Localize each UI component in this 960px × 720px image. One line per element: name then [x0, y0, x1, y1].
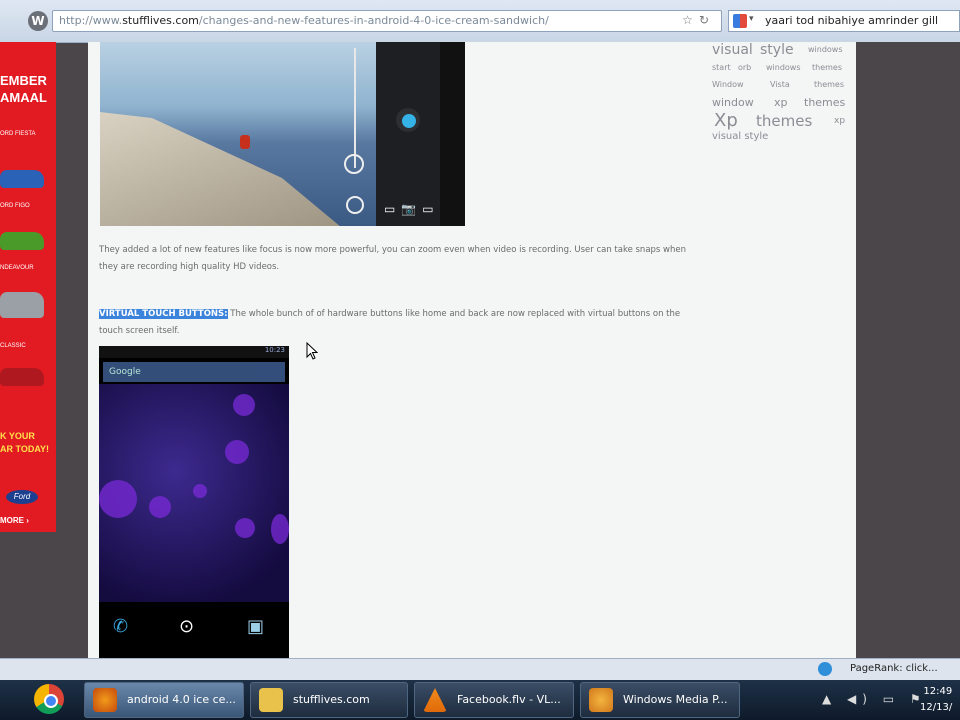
pagerank-status[interactable]: PageRank: click...	[850, 663, 938, 674]
browser-status-bar: PageRank: click...	[0, 658, 960, 681]
phone-call-icon: ✆	[113, 616, 129, 637]
taskbar-label: android 4.0 ice ce...	[127, 693, 236, 706]
car-image	[0, 170, 44, 188]
tag-link[interactable]: start	[712, 63, 731, 72]
ad-model-label: ORD FIESTA	[0, 131, 36, 137]
taskbar-vlc-button[interactable]: Facebook.flv - VL...	[414, 682, 574, 718]
tag-link[interactable]: themes	[804, 96, 845, 109]
folder-icon	[259, 688, 283, 712]
camera-mode-icons: ▭📷▭	[384, 202, 440, 216]
windows-media-player-icon	[589, 688, 613, 712]
page-background-right	[856, 42, 960, 658]
tag-link[interactable]: windows	[766, 63, 801, 72]
tag-cloud: visual style windows start orb windows t…	[712, 42, 852, 152]
tag-link[interactable]: Window	[712, 80, 744, 89]
taskbar-wmp-button[interactable]: Windows Media P...	[580, 682, 740, 718]
phone-dock: ✆ ⊙ ▣	[99, 606, 289, 658]
google-icon	[733, 14, 747, 28]
article-paragraph: VIRTUAL TOUCH BUTTONS: The whole bunch o…	[99, 309, 681, 336]
tag-link[interactable]: window	[712, 96, 754, 109]
car-image	[0, 232, 44, 250]
vlc-cone-icon	[423, 688, 447, 712]
mouse-cursor-icon	[306, 342, 318, 360]
tag-link[interactable]: visual style	[712, 131, 768, 142]
camera-controls-panel	[376, 42, 440, 226]
phone-wallpaper	[99, 384, 289, 602]
system-tray-icons[interactable]: ▲ ◀) ▭ ⚑	[822, 692, 927, 706]
tag-link[interactable]: orb	[738, 63, 751, 72]
car-image	[0, 292, 44, 318]
zoom-slider-knob	[344, 154, 364, 174]
browser-toolbar: W http://www.stufflives.com/changes-and-…	[0, 0, 960, 43]
tag-link[interactable]: Xp	[714, 110, 738, 131]
ad-model-label: ORD FIGO	[0, 203, 30, 209]
firefox-icon	[93, 688, 117, 712]
search-input[interactable]: yaari tod nibahiye amrinder gill	[765, 14, 938, 27]
phone-status-bar: 10:23	[99, 346, 289, 358]
search-bar[interactable]: ▾ yaari tod nibahiye amrinder gill	[728, 10, 960, 32]
ad-model-label: CLASSIC	[0, 343, 26, 349]
address-bar[interactable]: http://www.stufflives.com/changes-and-ne…	[52, 10, 722, 32]
tag-link[interactable]: style	[760, 42, 794, 58]
address-bar-icons[interactable]: ☆↻	[682, 13, 715, 27]
tag-link[interactable]: xp	[834, 116, 845, 126]
taskbar-label: Windows Media P...	[623, 693, 728, 706]
tag-link[interactable]: themes	[814, 80, 844, 89]
android-homescreen-image: 10:23 Google ✆ ⊙ ▣	[99, 346, 289, 658]
taskbar-firefox-button[interactable]: android 4.0 ice ce...	[84, 682, 244, 718]
phone-google-search-bar: Google	[103, 362, 285, 382]
wordpress-icon[interactable]: W	[28, 11, 48, 31]
shutter-dot-icon	[402, 114, 416, 128]
tag-link[interactable]: windows	[808, 45, 843, 54]
focus-icon	[346, 196, 364, 214]
ad-cta[interactable]: K YOUR AR TODAY!	[0, 430, 49, 456]
tag-link[interactable]: xp	[774, 96, 788, 109]
climber-figure	[240, 135, 250, 149]
browser-app-icon: ▣	[247, 616, 265, 637]
app-drawer-icon: ⊙	[179, 616, 195, 637]
bookmark-star-icon[interactable]: ☆	[682, 13, 699, 27]
taskbar-label: stufflives.com	[293, 693, 370, 706]
chrome-center-icon	[44, 694, 58, 708]
highlighted-label: VIRTUAL TOUCH BUTTONS:	[99, 309, 228, 319]
ad-headline: EMBER AMAAL	[0, 73, 47, 105]
article-paragraph: They added a lot of new features like fo…	[99, 245, 687, 272]
taskbar-clock[interactable]: 12:49 12/13/	[920, 684, 952, 716]
tag-link[interactable]: themes	[812, 63, 842, 72]
taskbar-label: Facebook.flv - VL...	[457, 693, 561, 706]
ad-model-label: NDEAVOUR	[0, 265, 34, 271]
taskbar-folder-button[interactable]: stufflives.com	[250, 682, 408, 718]
pagerank-icon[interactable]	[818, 662, 832, 676]
zoom-slider-track	[354, 48, 356, 168]
ad-more-link[interactable]: MORE ›	[0, 516, 29, 525]
camera-screenshot-image: ▭📷▭	[100, 42, 465, 226]
search-engine-dropdown-icon[interactable]: ▾	[749, 14, 754, 24]
reload-icon[interactable]: ↻	[699, 13, 715, 27]
tag-link[interactable]: visual	[712, 42, 753, 58]
ford-ad-banner[interactable]: EMBER AMAAL ORD FIESTA ORD FIGO NDEAVOUR …	[0, 42, 56, 532]
url-text: http://www.stufflives.com/changes-and-ne…	[59, 14, 549, 27]
tag-link[interactable]: Vista	[770, 80, 790, 89]
car-image	[0, 368, 44, 386]
ford-logo: Ford	[6, 490, 38, 504]
tag-link[interactable]: themes	[756, 112, 812, 130]
